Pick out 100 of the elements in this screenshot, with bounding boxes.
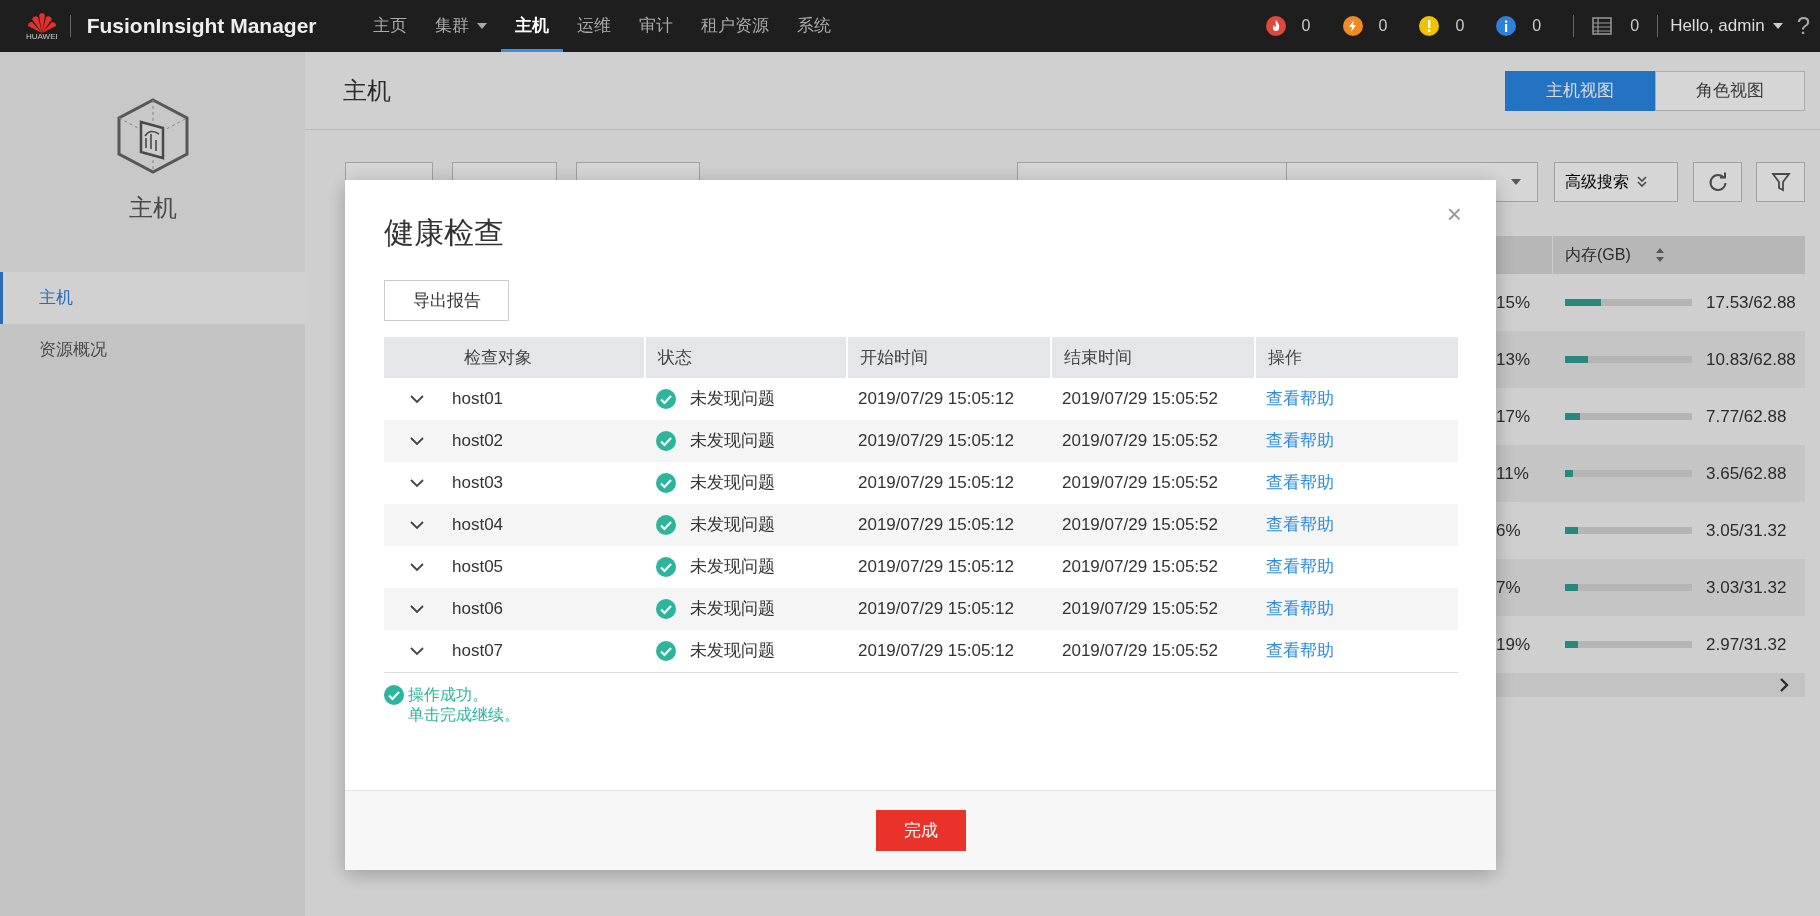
nav-tab[interactable]: 审计 <box>624 0 687 52</box>
chevron-down-icon[interactable] <box>410 478 424 488</box>
sidebar-item[interactable]: 资源概况 <box>0 324 305 376</box>
host-name: host05 <box>452 556 504 579</box>
status-text: 未发现问题 <box>690 388 775 411</box>
table-cell-text: 2019/07/29 15:05:52 <box>1062 598 1218 621</box>
chevron-down-icon[interactable] <box>410 562 424 572</box>
sidebar-title: 主机 <box>128 193 177 223</box>
export-report-button[interactable]: 导出报告 <box>384 280 509 321</box>
table-cell: 15% <box>1496 292 1531 312</box>
nav-tab[interactable]: 集群 <box>420 0 501 52</box>
alarm-count: 0 <box>1301 16 1311 36</box>
help-link[interactable]: 查看帮助 <box>1266 386 1334 412</box>
table-cell: 17% <box>1496 406 1531 426</box>
view-tab[interactable]: 角色视图 <box>1655 70 1805 111</box>
host-name: host06 <box>452 598 504 621</box>
chevron-down-icon[interactable] <box>410 436 424 446</box>
column-header: 操作 <box>1254 337 1458 378</box>
exclamation-alarm-icon[interactable] <box>1419 16 1440 36</box>
chevron-down-icon[interactable] <box>410 520 424 530</box>
nav-tab[interactable]: 系统 <box>782 0 845 52</box>
table-cell-text: 2019/07/29 15:05:12 <box>858 472 1014 495</box>
table-cell-text: 3.03/31.32 <box>1706 576 1787 599</box>
table-cell-text: 17.53/62.88 <box>1706 291 1796 314</box>
table-cell-text: 2019/07/29 15:05:52 <box>1062 514 1218 537</box>
dialog-title: 健康检查 <box>384 216 504 249</box>
table-cell: 7% <box>1496 577 1521 597</box>
alarm-count: 0 <box>1455 16 1465 36</box>
table-cell-text: 2.97/31.32 <box>1706 633 1787 656</box>
task-count: 0 <box>1630 16 1640 36</box>
status-text: 未发现问题 <box>690 640 775 663</box>
table-cell: 13% <box>1496 349 1531 369</box>
table-cell-text: 2019/07/29 15:05:12 <box>858 640 1014 663</box>
help-link[interactable]: 查看帮助 <box>1266 470 1334 496</box>
done-button[interactable]: 完成 <box>875 810 966 851</box>
chevron-down-icon[interactable] <box>410 604 424 614</box>
table-cell-text: 2019/07/29 15:05:12 <box>858 598 1014 621</box>
host-name: host02 <box>452 430 504 453</box>
table-cell: 6% <box>1496 520 1521 540</box>
chevron-right-icon[interactable] <box>1779 677 1789 693</box>
status-text: 未发现问题 <box>690 472 775 495</box>
host-name: host04 <box>452 514 504 537</box>
logo-caption: HUAWEI <box>26 33 58 41</box>
info-alarm-icon[interactable] <box>1496 16 1517 36</box>
table-cell-text: 2019/07/29 15:05:52 <box>1062 556 1218 579</box>
double-chevron-icon <box>1637 176 1647 188</box>
table-cell-text: 2019/07/29 15:05:52 <box>1062 640 1218 663</box>
status-text: 未发现问题 <box>690 556 775 579</box>
nav-tab[interactable]: 租户资源 <box>686 0 783 52</box>
table-cell-text: 3.65/62.88 <box>1706 462 1787 485</box>
status-text: 未发现问题 <box>690 598 775 621</box>
table-cell-text: 10.83/62.88 <box>1706 348 1796 371</box>
column-header: 结束时间 <box>1050 337 1254 378</box>
user-menu[interactable]: Hello, admin <box>1670 13 1783 39</box>
lightning-alarm-icon[interactable] <box>1342 16 1363 36</box>
table-cell: 11% <box>1496 463 1529 483</box>
status-message: 操作成功。 <box>408 685 489 705</box>
table-cell-text: 2019/07/29 15:05:12 <box>858 430 1014 453</box>
status-text: 未发现问题 <box>690 514 775 537</box>
host-name: host01 <box>452 388 504 411</box>
caret-icon <box>1772 23 1783 29</box>
column-header: 状态 <box>644 337 846 378</box>
status-text: 未发现问题 <box>690 430 775 453</box>
table-cell-text: 2019/07/29 15:05:52 <box>1062 472 1218 495</box>
table-cell-text: 2019/07/29 15:05:12 <box>858 388 1014 411</box>
column-header: 检查对象 <box>384 337 644 378</box>
check-circle-icon <box>384 685 404 705</box>
sort-icon[interactable] <box>1654 248 1665 262</box>
table-cell-text: 7.77/62.88 <box>1706 405 1787 428</box>
status-message: 单击完成继续。 <box>408 705 520 725</box>
alarm-count: 0 <box>1532 16 1542 36</box>
help-link[interactable]: 查看帮助 <box>1266 554 1334 580</box>
brand-title: FusionInsight Manager <box>86 13 317 40</box>
page-title: 主机 <box>343 75 391 106</box>
flame-alarm-icon[interactable] <box>1265 16 1286 36</box>
table-cell-text: 2019/07/29 15:05:52 <box>1062 388 1218 411</box>
table-cell-text: 3.05/31.32 <box>1706 519 1787 542</box>
chevron-down-icon[interactable] <box>410 646 424 656</box>
filter-icon <box>1770 172 1791 192</box>
chevron-down-icon[interactable] <box>410 394 424 404</box>
table-cell-text: 2019/07/29 15:05:52 <box>1062 430 1218 453</box>
view-tab[interactable]: 主机视图 <box>1505 70 1655 111</box>
nav-tab[interactable]: 运维 <box>562 0 625 52</box>
cube-chart-icon <box>116 98 189 174</box>
table-cell: 19% <box>1496 634 1531 654</box>
caret-icon <box>1511 179 1521 185</box>
help-link[interactable]: 查看帮助 <box>1266 638 1334 664</box>
nav-tab[interactable]: 主页 <box>358 0 421 52</box>
column-header: 开始时间 <box>846 337 1050 378</box>
advanced-search-button[interactable]: 高级搜索 <box>1554 162 1678 202</box>
host-name: host07 <box>452 640 504 663</box>
refresh-button[interactable] <box>1693 162 1742 202</box>
task-list-icon[interactable] <box>1592 17 1613 35</box>
filter-button[interactable] <box>1756 162 1805 202</box>
host-name: host03 <box>452 472 504 495</box>
alarm-count: 0 <box>1378 16 1388 36</box>
refresh-icon <box>1707 172 1728 192</box>
column-header: 内存(GB) <box>1565 245 1631 265</box>
flower-logo-icon <box>26 11 57 33</box>
help-link[interactable]: ? <box>1796 8 1810 44</box>
